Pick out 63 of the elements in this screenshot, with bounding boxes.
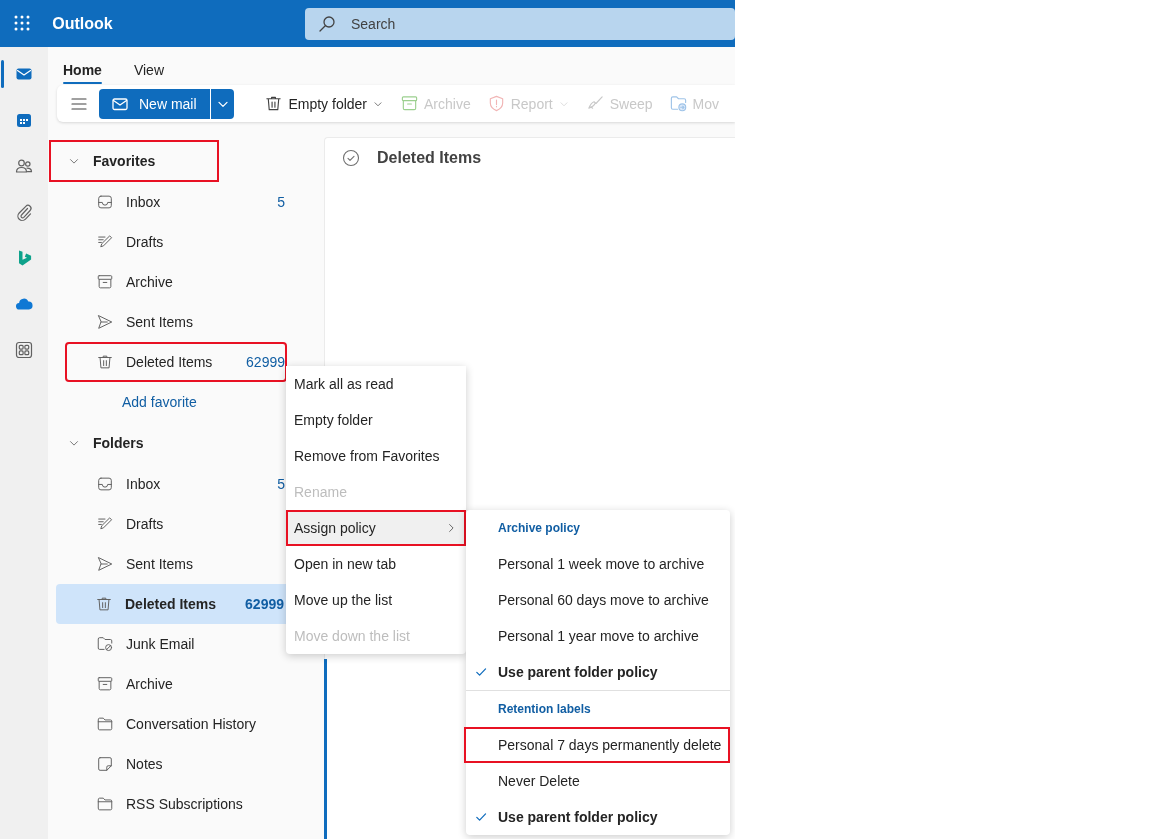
menu-item[interactable]: Personal 60 days move to archive: [466, 582, 730, 618]
tab[interactable]: View: [127, 55, 170, 85]
menu-item[interactable]: Empty folder: [286, 402, 466, 438]
menu-item[interactable]: Use parent folder policy: [466, 799, 730, 835]
folder-item[interactable]: Deleted Items 62999: [65, 342, 287, 382]
paperclip-icon[interactable]: [14, 202, 34, 222]
unread-count: 62999: [244, 596, 285, 612]
blocked-folder-icon: [96, 635, 114, 653]
folder-icon: [96, 715, 114, 733]
toolbar-button[interactable]: Empty folder: [264, 94, 384, 113]
menu-item[interactable]: Open in new tab: [286, 546, 466, 582]
archive-box-icon: [96, 675, 114, 693]
group-heading: Archive policy: [497, 520, 582, 537]
inbox-icon: [96, 475, 114, 493]
folder-icon: [96, 795, 114, 813]
folder-title: Deleted Items: [377, 149, 482, 167]
menu-item[interactable]: Assign policy: [286, 510, 466, 546]
trash-icon: [96, 353, 114, 371]
menu-item[interactable]: Use parent folder policy: [466, 654, 730, 690]
apps-icon[interactable]: [14, 340, 34, 360]
new-mail-dropdown-button[interactable]: [210, 88, 235, 119]
section-header[interactable]: Folders: [49, 422, 219, 464]
folder-item[interactable]: Sent Items: [57, 302, 287, 342]
checkmark-icon: [474, 665, 488, 679]
group-heading: Retention labels: [497, 701, 592, 718]
menu-item[interactable]: Remove from Favorites: [286, 438, 466, 474]
search-field[interactable]: Search: [305, 7, 735, 40]
folder-item[interactable]: Inbox 5: [57, 464, 287, 504]
folder-item[interactable]: Conversation History: [57, 704, 287, 744]
folder-item[interactable]: Drafts: [57, 222, 287, 262]
app-name: Outlook: [51, 14, 114, 33]
unread-count: 5: [276, 194, 286, 210]
archive-box-icon: [96, 273, 114, 291]
folder-item[interactable]: RSS Subscriptions: [57, 784, 287, 824]
trash-icon: [95, 595, 113, 613]
folder-item[interactable]: Junk Email: [57, 624, 287, 664]
unread-count: 5: [276, 476, 286, 492]
add-favorite-link[interactable]: Add favorite: [122, 382, 197, 422]
search-icon: [317, 13, 337, 34]
folder-item[interactable]: Archive: [57, 262, 287, 302]
folder-item[interactable]: Inbox 5: [57, 182, 287, 222]
select-all-icon[interactable]: [341, 148, 361, 168]
paper-plane-icon: [96, 555, 114, 573]
archive-box-icon: [400, 94, 419, 113]
inbox-icon: [96, 193, 114, 211]
folder-arrow-icon: [668, 94, 688, 113]
folder-item[interactable]: Notes: [57, 744, 287, 784]
folder-item[interactable]: Drafts: [57, 504, 287, 544]
trash-icon: [264, 94, 284, 113]
menu-item[interactable]: Personal 1 year move to archive: [466, 618, 730, 654]
menu-item[interactable]: Personal 7 days permanently delete: [464, 727, 730, 763]
note-icon: [96, 755, 114, 773]
checkmark-icon: [474, 810, 488, 824]
menu-item[interactable]: Personal 1 week move to archive: [466, 546, 730, 582]
tab[interactable]: Home: [57, 55, 108, 85]
unread-count: 62999: [245, 354, 286, 370]
folder-item[interactable]: Sent Items: [57, 544, 287, 584]
menu-item[interactable]: Mark all as read: [286, 366, 466, 402]
menu-item[interactable]: Never Delete: [466, 763, 730, 799]
new-mail-button[interactable]: New mail: [99, 88, 210, 119]
section-header[interactable]: Favorites: [49, 140, 219, 182]
paper-plane-icon: [96, 313, 114, 331]
folder-item[interactable]: Archive: [57, 664, 287, 704]
